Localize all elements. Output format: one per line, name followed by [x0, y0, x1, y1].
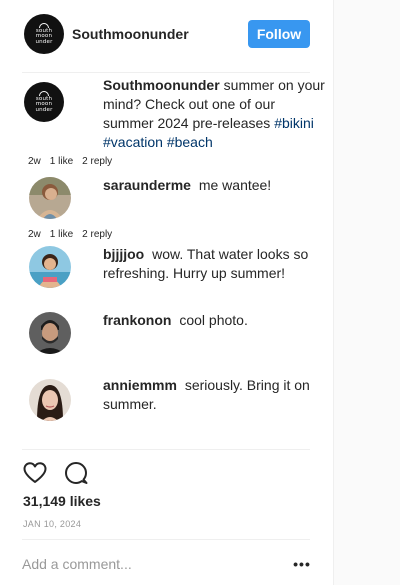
likes-count[interactable]: 31,149 likes: [23, 493, 101, 509]
avatar-photo-icon: [29, 246, 71, 288]
avatar[interactable]: [29, 246, 71, 288]
post-detail-panel: south moon under Southmoonunder Follow s…: [0, 0, 334, 585]
comment-reply[interactable]: 2 reply: [82, 229, 112, 240]
comment-text: frankonon cool photo.: [103, 311, 328, 330]
follow-button[interactable]: Follow: [248, 20, 310, 48]
moon-arc-icon: [39, 90, 49, 96]
header-divider: [22, 72, 310, 73]
comment-author[interactable]: bjjjjoo: [103, 246, 144, 262]
more-options-icon[interactable]: •••: [292, 557, 312, 573]
right-gutter: [334, 0, 400, 585]
post-header: south moon under Southmoonunder Follow: [0, 0, 334, 68]
comment-text: anniemmm seriously. Bring it on summer.: [103, 376, 328, 414]
moon-arc-icon: [39, 22, 49, 28]
logo-line-3: under: [35, 106, 53, 113]
footer-divider: [22, 539, 310, 540]
caption-avatar[interactable]: south moon under: [24, 82, 64, 122]
comment-text: saraunderme me wantee!: [103, 176, 328, 195]
post-actions: [22, 460, 102, 486]
caption-author[interactable]: Southmoonunder: [103, 77, 220, 93]
comment-body: cool photo.: [179, 312, 248, 328]
avatar-photo-icon: [29, 379, 71, 421]
caption-meta: 2w 1 like 2 reply: [28, 156, 121, 167]
caption-reply[interactable]: 2 reply: [82, 156, 112, 167]
caption-text: Southmoonunder summer on your mind? Check…: [103, 76, 328, 152]
avatar[interactable]: [29, 379, 71, 421]
profile-username[interactable]: Southmoonunder: [72, 26, 189, 42]
avatar[interactable]: [29, 177, 71, 219]
hashtag-vacation[interactable]: #vacation: [103, 134, 163, 150]
comment-likes[interactable]: 1 like: [50, 229, 73, 240]
comment-time: 2w: [28, 229, 41, 240]
add-comment-input[interactable]: [22, 556, 272, 572]
caption-time: 2w: [28, 156, 41, 167]
comment-text: bjjjjoo wow. That water looks so refresh…: [103, 245, 328, 283]
post-date: JAN 10, 2024: [23, 519, 82, 529]
hashtag-beach[interactable]: #beach: [167, 134, 213, 150]
comment-meta: 2w 1 like 2 reply: [28, 229, 121, 240]
comment-author[interactable]: saraunderme: [103, 177, 191, 193]
comment-author[interactable]: anniemmm: [103, 377, 177, 393]
caption-likes[interactable]: 1 like: [50, 156, 73, 167]
avatar-photo-icon: [29, 312, 71, 354]
comment-bubble-icon[interactable]: [63, 460, 89, 486]
comments-divider: [22, 449, 310, 450]
comment-author[interactable]: frankonon: [103, 312, 171, 328]
profile-avatar[interactable]: south moon under: [24, 14, 64, 54]
avatar[interactable]: [29, 312, 71, 354]
heart-icon[interactable]: [22, 460, 48, 486]
logo-line-3: under: [35, 38, 53, 45]
avatar-photo-icon: [29, 177, 71, 219]
hashtag-bikini[interactable]: #bikini: [274, 115, 314, 131]
comment-body: me wantee!: [198, 177, 272, 193]
